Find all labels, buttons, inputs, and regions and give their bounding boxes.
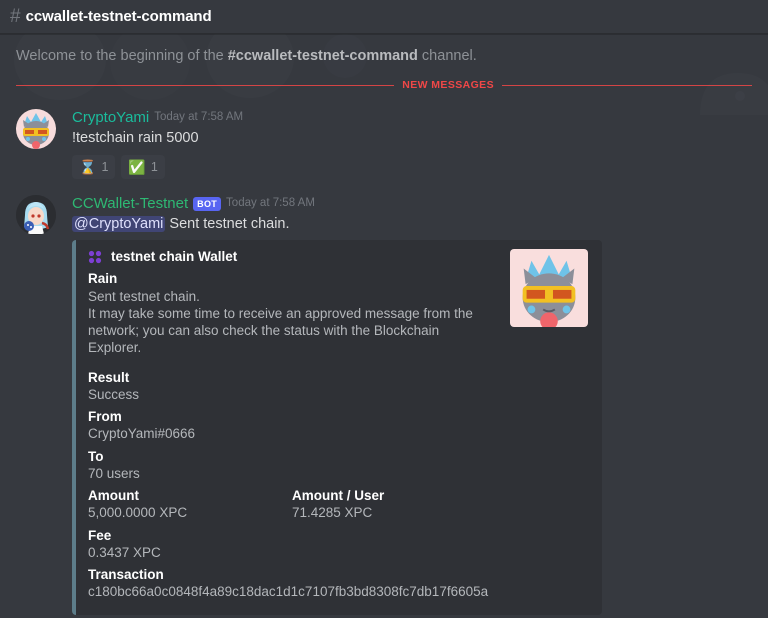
embed: testnet chain Wallet Rain Sent testnet c… (72, 240, 602, 615)
avatar[interactable] (16, 194, 56, 235)
message-content: !testchain rain 5000 (72, 130, 199, 146)
embed-field-transaction: Transaction c180bc66a0c0848f4a89c18dac1d… (88, 567, 496, 601)
reaction-bar[interactable]: ⌛ 1 ✅ 1 (72, 154, 752, 179)
field-value: CryptoYami#0666 (88, 426, 196, 442)
embed-title: Rain (88, 271, 118, 287)
message-content: @CryptoYami Sent testnet chain. (72, 215, 752, 235)
channel-name[interactable]: ccwallet-testnet-command (26, 8, 212, 25)
embed-fields: Result Success From CryptoYami#0666 To 7… (88, 364, 496, 601)
new-messages-label: NEW MESSAGES (402, 79, 494, 91)
message-author[interactable]: CryptoYami (72, 109, 149, 127)
message-text: Sent testnet chain. (165, 215, 290, 232)
field-name: To (88, 448, 104, 464)
reaction-check-mark[interactable]: ✅ 1 (121, 154, 165, 179)
field-value: 0.3437 XPC (88, 544, 161, 560)
field-value: 71.4285 XPC (292, 505, 373, 521)
embed-field-amount-per-user: Amount / User 71.4285 XPC (292, 488, 496, 522)
hash-icon: # (10, 6, 21, 27)
message-timestamp: Today at 7:58 AM (154, 111, 244, 124)
field-value: Success (88, 386, 140, 402)
user-mention[interactable]: @CryptoYami (72, 215, 166, 232)
reaction-count: 1 (101, 159, 109, 174)
welcome-suffix: channel. (417, 48, 477, 64)
cat-sunglasses-avatar-icon (16, 109, 56, 149)
field-name: Amount / User (292, 488, 385, 504)
embed-author-name: testnet chain Wallet (111, 249, 238, 265)
grid-dots-icon (88, 250, 102, 263)
new-messages-divider: NEW MESSAGES (16, 79, 752, 91)
field-value: 5,000.0000 XPC (88, 505, 188, 521)
reaction-count: 1 (150, 159, 158, 174)
field-name: From (88, 409, 122, 425)
message-author[interactable]: CCWallet-Testnet (72, 195, 188, 213)
divider-rule-left (16, 84, 395, 86)
embed-field-amount: Amount 5,000.0000 XPC (88, 488, 292, 522)
embed-field-fee: Fee 0.3437 XPC (88, 528, 496, 562)
message-header: CCWallet-Testnet BOT Today at 7:58 AM (72, 195, 752, 213)
message-user[interactable]: CryptoYami Today at 7:58 AM !testchain r… (0, 101, 768, 179)
message-header: CryptoYami Today at 7:58 AM (72, 109, 752, 127)
message-bot[interactable]: CCWallet-Testnet BOT Today at 7:58 AM @C… (0, 179, 768, 615)
field-name: Fee (88, 527, 112, 543)
field-name: Result (88, 369, 130, 385)
field-name: Transaction (88, 567, 164, 583)
channel-header: # ccwallet-testnet-command (0, 0, 768, 34)
welcome-message: Welcome to the beginning of the #ccwalle… (0, 34, 768, 64)
field-value: 70 users (88, 465, 140, 481)
reaction-hourglass[interactable]: ⌛ 1 (72, 154, 116, 179)
field-value: c180bc66a0c0848f4a89c18dac1d1c7107fb3bd8… (88, 584, 489, 600)
welcome-channel-link[interactable]: #ccwallet-testnet-command (228, 48, 418, 64)
embed-field-from: From CryptoYami#0666 (88, 409, 496, 443)
hourglass-icon: ⌛ (79, 158, 97, 175)
embed-author: testnet chain Wallet (88, 249, 496, 264)
embed-description: Sent testnet chain. It may take some tim… (88, 289, 473, 355)
avatar[interactable] (16, 109, 56, 149)
message-list[interactable]: Welcome to the beginning of the #ccwalle… (0, 34, 768, 618)
check-mark-icon: ✅ (128, 158, 146, 175)
divider-rule-right (502, 84, 752, 86)
embed-thumbnail[interactable] (510, 249, 588, 328)
welcome-prefix: Welcome to the beginning of the (16, 48, 228, 64)
bot-tag: BOT (193, 196, 222, 211)
embed-field-to: To 70 users (88, 449, 496, 483)
cat-sunglasses-thumbnail-icon (510, 249, 588, 328)
embed-field-result: Result Success (88, 370, 496, 404)
message-timestamp: Today at 7:58 AM (226, 196, 315, 209)
anime-girl-avatar-icon (16, 194, 56, 235)
field-name: Amount (88, 488, 139, 504)
